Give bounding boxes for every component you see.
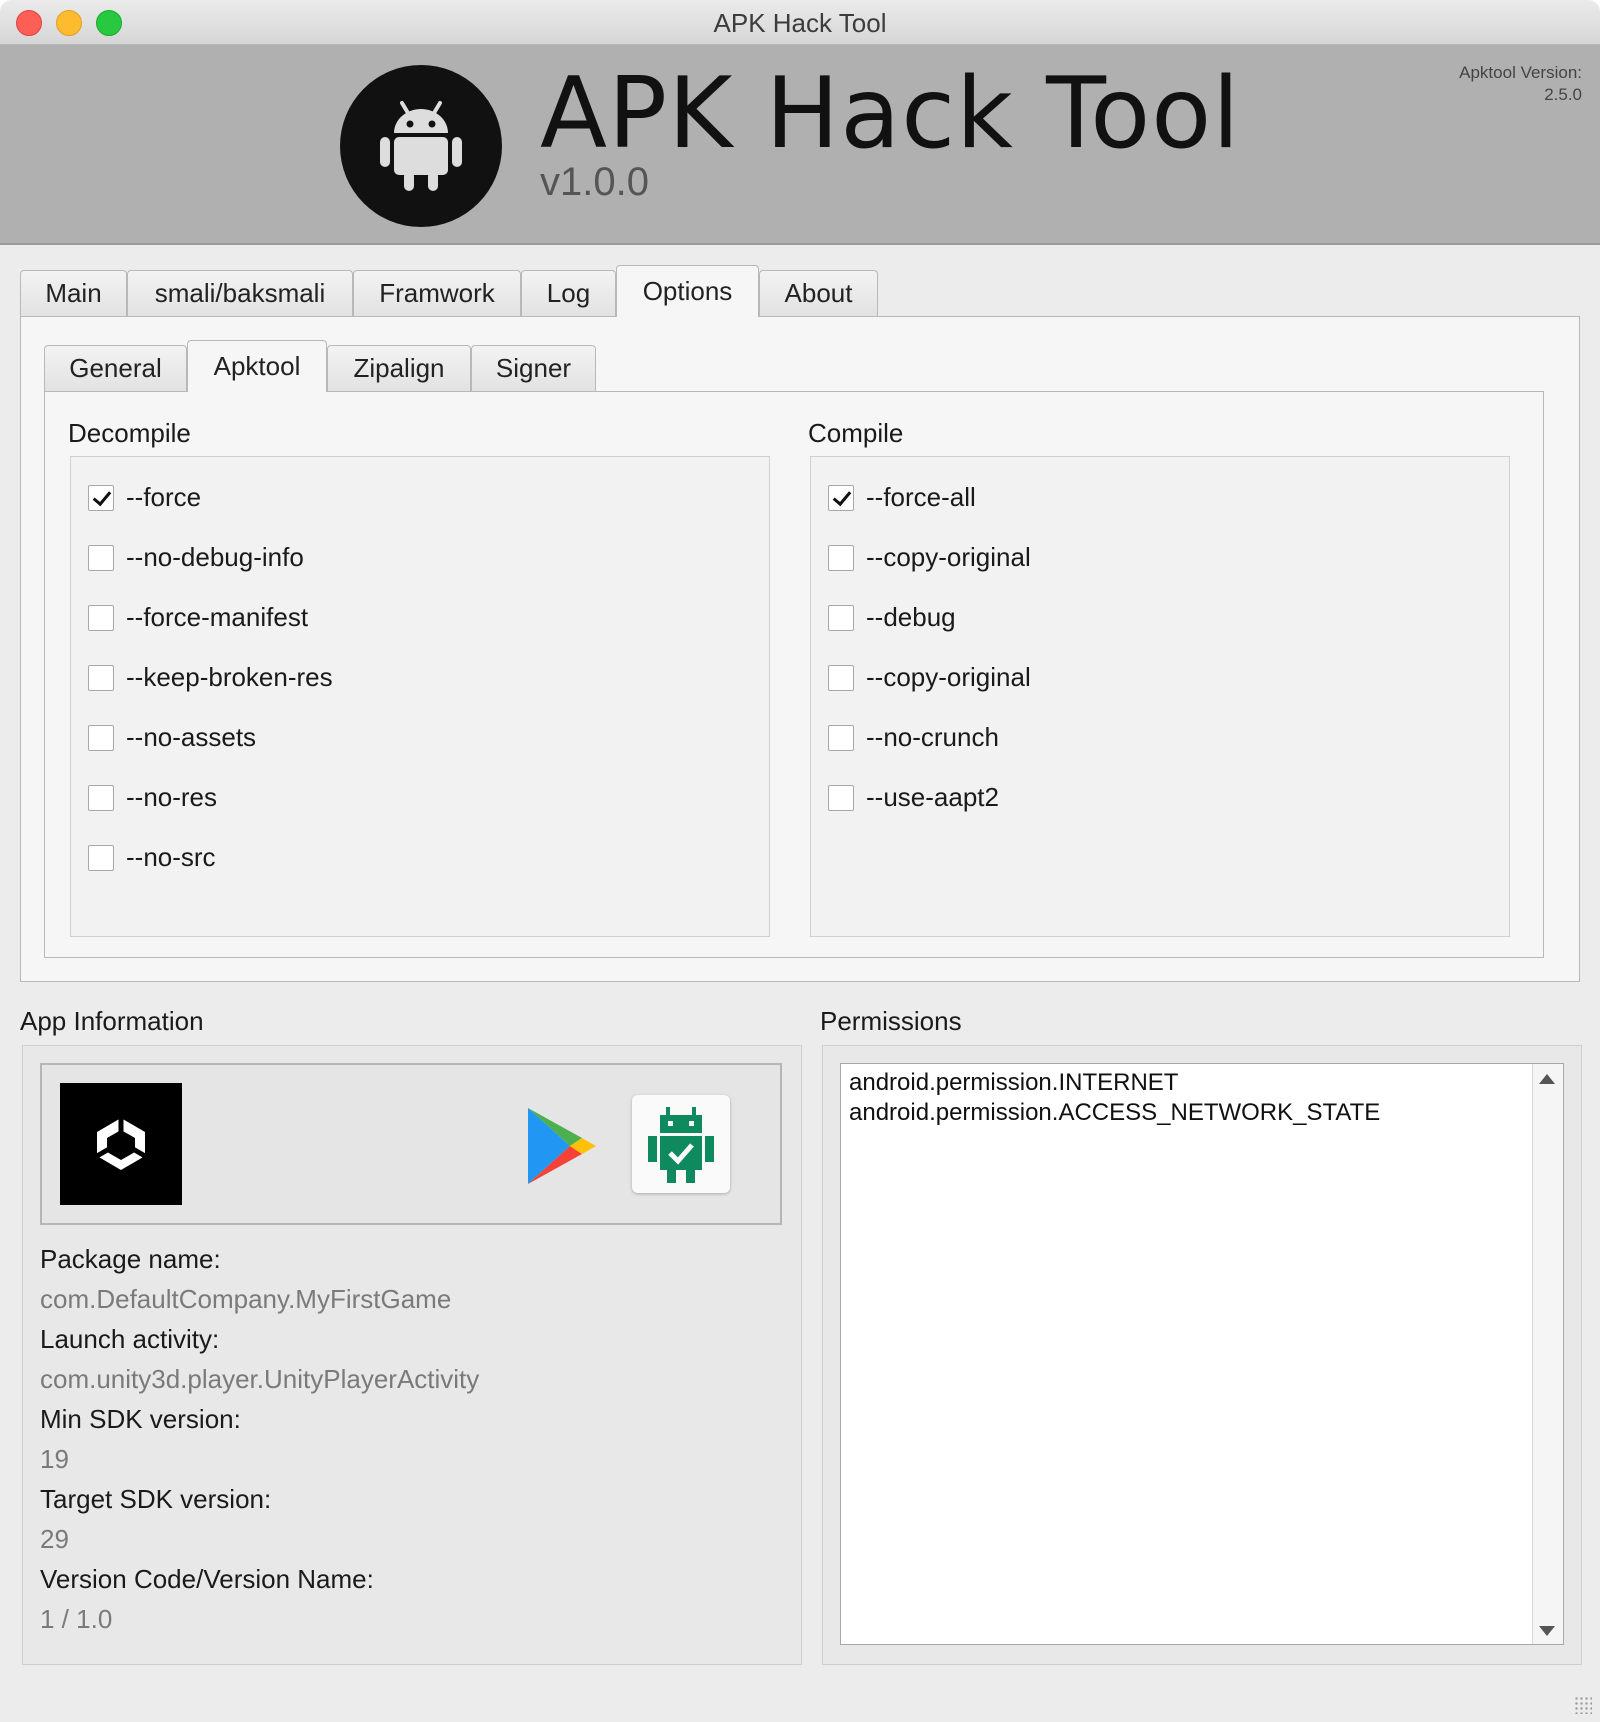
target-sdk-value: 29 — [40, 1524, 69, 1554]
option-label: --keep-broken-res — [126, 662, 333, 692]
unity-icon — [60, 1083, 182, 1205]
decompile-option-no-src[interactable]: --no-src — [88, 842, 216, 873]
app-version-label: v1.0.0 — [540, 160, 649, 204]
apktool-version-label: Apktool Version: — [1459, 63, 1582, 82]
app-information-title: App Information — [20, 1006, 204, 1036]
subtab-zipalign[interactable]: Zipalign — [327, 345, 471, 391]
decompile-option-keep-broken-res[interactable]: --keep-broken-res — [88, 662, 333, 693]
tab-framwork[interactable]: Framwork — [353, 270, 521, 316]
compile-group-box — [810, 456, 1510, 937]
scroll-down-arrow-icon[interactable] — [1539, 1626, 1555, 1636]
compile-option-force-all[interactable]: --force-all — [828, 482, 976, 513]
checkbox[interactable] — [88, 664, 114, 691]
compile-group-title: Compile — [808, 418, 904, 448]
option-label: --use-aapt2 — [866, 782, 999, 812]
window-title: APK Hack Tool — [713, 8, 887, 38]
version-value: 1 / 1.0 — [40, 1604, 113, 1634]
decompile-group-title: Decompile — [68, 418, 191, 448]
min-sdk-label: Min SDK version: — [40, 1404, 241, 1434]
app-window: APK Hack Tool APK Hack Tool v1.0.0 Apkto… — [0, 0, 1600, 1722]
checkbox-checked[interactable] — [828, 484, 854, 511]
checkbox[interactable] — [88, 784, 114, 811]
google-play-icon — [526, 1106, 598, 1191]
target-sdk-label: Target SDK version: — [40, 1484, 272, 1514]
decompile-option-force-manifest[interactable]: --force-manifest — [88, 602, 308, 633]
subtab-apktool[interactable]: Apktool — [187, 340, 327, 392]
permissions-scrollbar[interactable] — [1532, 1064, 1563, 1644]
checkbox[interactable] — [88, 544, 114, 571]
decompile-option-no-assets[interactable]: --no-assets — [88, 722, 256, 753]
package-name-label: Package name: — [40, 1244, 221, 1274]
compile-option-no-crunch[interactable]: --no-crunch — [828, 722, 999, 753]
option-label: --copy-original — [866, 542, 1031, 572]
title-bar: APK Hack Tool — [0, 0, 1600, 45]
version-label: Version Code/Version Name: — [40, 1564, 374, 1594]
checkbox[interactable] — [88, 724, 114, 751]
checkbox[interactable] — [88, 844, 114, 871]
checkbox[interactable] — [88, 604, 114, 631]
launch-activity-label: Launch activity: — [40, 1324, 220, 1354]
compile-option-copy-original-2[interactable]: --copy-original — [828, 662, 1031, 693]
checkbox[interactable] — [828, 724, 854, 751]
android-logo-icon — [340, 65, 502, 227]
apktool-version-value: 2.5.0 — [1544, 85, 1582, 104]
resize-grip-icon[interactable] — [1574, 1696, 1592, 1714]
compile-option-debug[interactable]: --debug — [828, 602, 956, 633]
checkbox[interactable] — [828, 784, 854, 811]
compile-option-copy-original[interactable]: --copy-original — [828, 542, 1031, 573]
option-label: --force-all — [866, 482, 976, 512]
min-sdk-value: 19 — [40, 1444, 69, 1474]
compile-option-use-aapt2[interactable]: --use-aapt2 — [828, 782, 999, 813]
subtab-general[interactable]: General — [44, 345, 187, 391]
decompile-option-no-res[interactable]: --no-res — [88, 782, 217, 813]
permissions-title: Permissions — [820, 1006, 962, 1036]
option-label: --no-crunch — [866, 722, 999, 752]
decompile-option-no-debug-info[interactable]: --no-debug-info — [88, 542, 304, 573]
permission-item: android.permission.ACCESS_NETWORK_STATE — [849, 1099, 1381, 1126]
checkbox[interactable] — [828, 664, 854, 691]
tab-smali-baksmali[interactable]: smali/baksmali — [127, 270, 353, 316]
scroll-up-arrow-icon[interactable] — [1539, 1074, 1555, 1084]
permissions-list[interactable]: android.permission.INTERNET android.perm… — [840, 1063, 1564, 1645]
tab-main[interactable]: Main — [20, 270, 127, 316]
checkbox-checked[interactable] — [88, 484, 114, 511]
tab-about[interactable]: About — [759, 270, 878, 316]
subtab-signer[interactable]: Signer — [471, 345, 596, 391]
tab-log[interactable]: Log — [521, 270, 616, 316]
option-label: --no-src — [126, 842, 216, 872]
android-badge-icon — [632, 1095, 730, 1193]
tab-options[interactable]: Options — [616, 265, 759, 317]
option-label: --no-debug-info — [126, 542, 304, 572]
header-banner: APK Hack Tool v1.0.0 Apktool Version: 2.… — [0, 45, 1600, 245]
app-name-heading: APK Hack Tool — [540, 57, 1241, 171]
option-label: --copy-original — [866, 662, 1031, 692]
option-label: --force-manifest — [126, 602, 309, 632]
decompile-option-force[interactable]: --force — [88, 482, 201, 513]
option-label: --no-res — [126, 782, 218, 812]
launch-activity-value: com.unity3d.player.UnityPlayerActivity — [40, 1364, 480, 1394]
option-label: --force — [126, 482, 202, 512]
option-label: --no-assets — [126, 722, 257, 752]
checkbox[interactable] — [828, 604, 854, 631]
permission-item: android.permission.INTERNET — [849, 1069, 1179, 1096]
option-label: --debug — [866, 602, 956, 632]
package-name-value: com.DefaultCompany.MyFirstGame — [40, 1284, 452, 1314]
checkbox[interactable] — [828, 544, 854, 571]
